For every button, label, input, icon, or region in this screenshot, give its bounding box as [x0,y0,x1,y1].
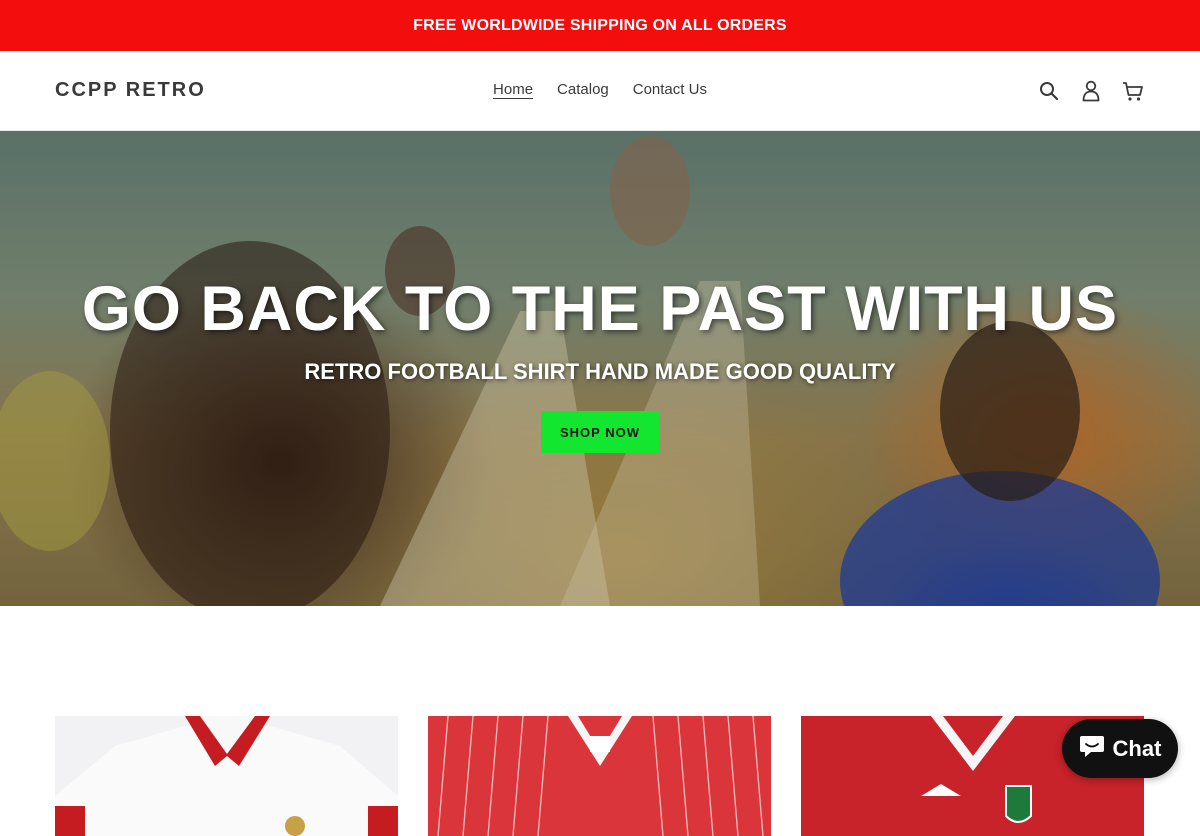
search-icon[interactable] [1038,79,1060,103]
chat-label: Chat [1112,735,1162,761]
chat-bubble-icon [1079,734,1105,764]
hero-content: GO BACK TO THE PAST WITH US RETRO FOOTBA… [0,273,1200,453]
site-header: CCPP RETRO Home Catalog Contact Us [0,51,1200,131]
announcement-text: FREE WORLDWIDE SHIPPING ON ALL ORDERS [413,16,787,34]
hero-title: GO BACK TO THE PAST WITH US [81,274,1119,344]
nav-home[interactable]: Home [493,81,533,98]
nav-contact-us[interactable]: Contact Us [633,81,707,98]
featured-products [55,716,1145,836]
hero-banner: GO BACK TO THE PAST WITH US RETRO FOOTBA… [0,131,1200,606]
nav-catalog[interactable]: Catalog [557,81,609,98]
account-icon[interactable] [1080,79,1102,103]
announcement-bar: FREE WORLDWIDE SHIPPING ON ALL ORDERS [0,0,1200,51]
product-card[interactable] [428,716,771,836]
chat-widget-button[interactable]: Chat [1062,719,1178,778]
red-pinstripe-shirt-image [428,716,771,836]
product-card[interactable] [55,716,398,836]
main-nav: Home Catalog Contact Us [0,81,1200,98]
white-shirt-image [55,716,398,836]
cart-icon[interactable] [1122,79,1144,103]
header-icons [1038,79,1144,103]
shop-now-button[interactable]: SHOP NOW [541,411,659,453]
hero-subtitle: RETRO FOOTBALL SHIRT HAND MADE GOOD QUAL… [304,359,896,384]
